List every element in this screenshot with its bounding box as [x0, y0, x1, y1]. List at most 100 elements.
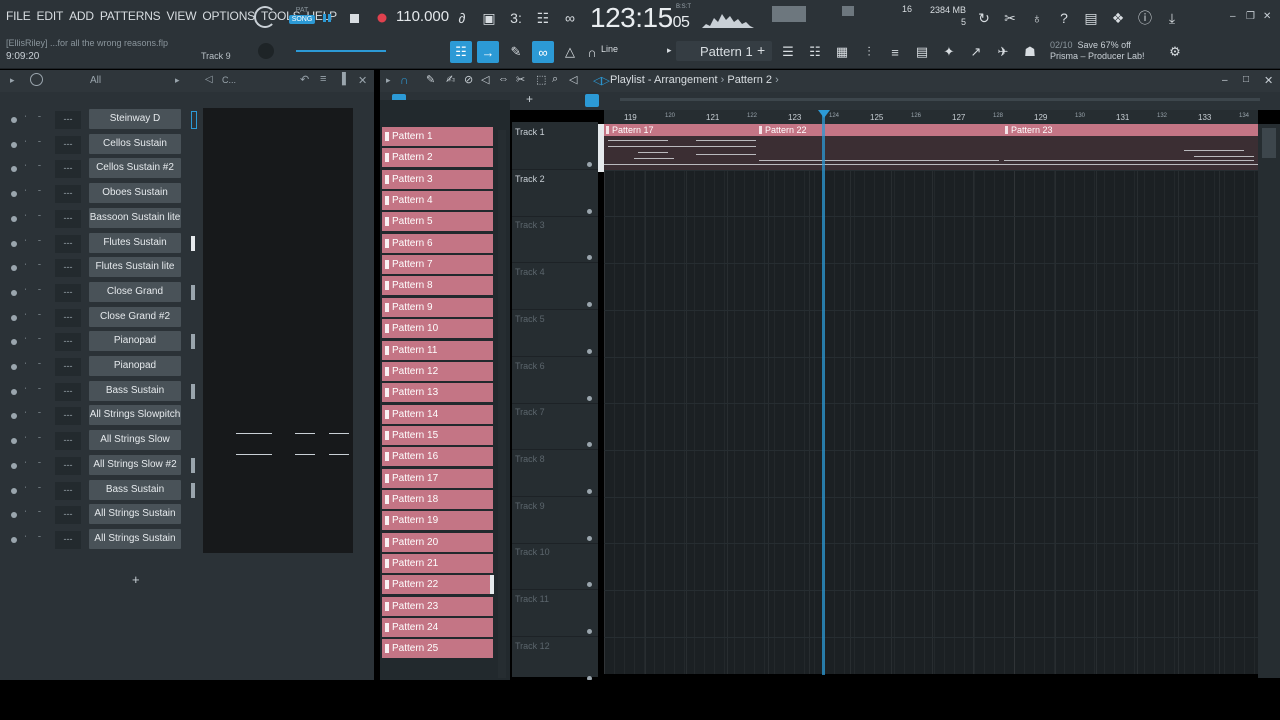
channel-select-indicator[interactable] — [191, 457, 195, 473]
menu-patterns[interactable]: PATTERNS — [100, 9, 161, 23]
volume-knob-icon[interactable]: ˉ — [38, 139, 41, 149]
mute-icon[interactable]: ◁ — [481, 73, 489, 86]
track-mute-led[interactable] — [587, 395, 592, 401]
wait-input-icon[interactable]: ▣ — [479, 8, 499, 28]
channel-mute-led[interactable] — [11, 141, 17, 148]
news-panel[interactable]: 02/10 Save 67% off Prisma – Producer Lab… — [1050, 40, 1145, 62]
plugin-picker-icon[interactable]: ✦ — [938, 41, 960, 63]
mixer-track-selector[interactable]: --- — [55, 135, 81, 154]
pattern-item[interactable]: Pattern 21 — [382, 554, 493, 573]
channel-mute-led[interactable] — [11, 536, 17, 543]
mixer-track-selector[interactable]: --- — [55, 185, 81, 204]
timeline-ruler[interactable]: 119 120 121 122 123 124 125 126 127 128 129 130 131 1… — [604, 110, 1258, 124]
pattern-item[interactable]: Pattern 19 — [382, 511, 493, 531]
channel-mute-led[interactable] — [11, 191, 17, 198]
stop-icon[interactable] — [345, 9, 363, 27]
volume-knob-icon[interactable]: ˉ — [38, 361, 41, 371]
piano-roll-icon[interactable]: ☷ — [450, 41, 472, 63]
track-label[interactable]: Track 12 — [515, 641, 550, 651]
channel-mute-led[interactable] — [11, 438, 17, 445]
playlist-expand-icon[interactable]: ▸ — [386, 75, 391, 86]
pan-knob-icon[interactable]: ˈ — [24, 509, 27, 519]
mixer-track-selector[interactable]: --- — [55, 481, 81, 500]
channel-select-indicator[interactable] — [191, 186, 195, 201]
pattern-item[interactable]: Pattern 14 — [382, 404, 493, 424]
channel-name[interactable]: Flutes Sustain lite — [89, 257, 181, 278]
volume-knob-icon[interactable]: ˉ — [38, 188, 41, 198]
channel-select-indicator[interactable] — [191, 161, 195, 176]
track-mute-led[interactable] — [587, 162, 592, 167]
channel-name[interactable]: Cellos Sustain — [89, 133, 181, 154]
shop-cart-icon[interactable]: ☗ — [1019, 41, 1041, 63]
volume-knob-icon[interactable]: ˉ — [38, 386, 41, 396]
track-label[interactable]: Track 11 — [515, 594, 549, 604]
channel-row[interactable]: ˈ ˉ --- Pianopad — [0, 331, 200, 353]
pattern-item[interactable]: Pattern 6 — [382, 233, 493, 253]
swing-knob[interactable] — [30, 73, 43, 86]
channel-mute-led[interactable] — [11, 462, 17, 469]
master-volume-knob[interactable] — [254, 6, 276, 28]
picker-scrollbar[interactable] — [498, 130, 506, 678]
channel-mute-led[interactable] — [11, 215, 17, 222]
pan-knob-icon[interactable]: ˈ — [24, 386, 27, 396]
pattern-item[interactable]: Pattern 17 — [382, 468, 493, 488]
arrow-tool-icon[interactable]: → — [477, 41, 499, 63]
channel-name[interactable]: Bass Sustain — [89, 380, 181, 401]
mixer-track-selector[interactable]: --- — [55, 530, 81, 549]
volume-knob-icon[interactable]: ˉ — [38, 238, 41, 248]
volume-knob-icon[interactable]: ˉ — [38, 262, 41, 272]
stamp-icon[interactable]: △ — [559, 41, 581, 63]
mixer-faders-icon[interactable]: ≡ — [884, 41, 906, 63]
pattern-item[interactable]: Pattern 20 — [382, 532, 493, 552]
pan-knob-icon[interactable]: ˈ — [24, 114, 27, 124]
playlist-scrollbar[interactable] — [1258, 124, 1280, 678]
channel-name[interactable]: All Strings Slowpitch — [89, 405, 181, 426]
channel-row[interactable]: ˈ ˉ --- All Strings Slow — [0, 430, 200, 452]
channel-select-indicator[interactable] — [191, 408, 195, 423]
draw-icon[interactable]: ✎ — [426, 73, 435, 86]
add-track-icon[interactable]: + — [526, 92, 533, 106]
channel-row[interactable]: ˈ ˉ --- Bass Sustain — [0, 479, 200, 502]
mixer-track-selector[interactable]: --- — [55, 283, 81, 302]
cut-icon[interactable]: ✂ — [1000, 8, 1020, 28]
channel-row[interactable]: ˈ ˉ --- Flutes Sustain — [0, 232, 200, 255]
track-mute-led[interactable] — [587, 208, 592, 214]
channel-name[interactable]: Oboes Sustain — [89, 183, 181, 204]
pattern-item[interactable]: Pattern 5 — [382, 212, 493, 232]
close-window-icon[interactable]: ✕ — [1263, 11, 1271, 22]
channel-select-indicator[interactable] — [191, 383, 195, 399]
mixer-track-selector[interactable]: --- — [55, 358, 81, 376]
channel-mute-led[interactable] — [11, 364, 17, 370]
playlist-icon[interactable]: ▦ — [831, 41, 853, 63]
volume-knob-icon[interactable]: ˉ — [38, 509, 41, 519]
channel-name[interactable]: Steinway D — [89, 109, 181, 129]
pattern-item[interactable]: Pattern 3 — [382, 169, 493, 189]
pitch-knob[interactable] — [258, 43, 274, 59]
pattern-item[interactable]: Pattern 15 — [382, 425, 493, 445]
volume-knob-icon[interactable]: ˉ — [38, 534, 41, 544]
pan-knob-icon[interactable]: ˈ — [24, 139, 27, 149]
pattern-item[interactable]: Pattern 25 — [382, 639, 493, 659]
channel-row[interactable]: ˈ ˉ --- Steinway D — [0, 109, 200, 131]
track-mute-led[interactable] — [587, 488, 592, 494]
channel-row[interactable]: ˈ ˉ --- All Strings Sustain — [0, 528, 200, 551]
channel-name[interactable]: All Strings Sustain — [89, 528, 181, 549]
master-pitch-slider[interactable] — [296, 50, 386, 52]
playhead[interactable] — [822, 110, 825, 675]
pan-knob-icon[interactable]: ˈ — [24, 410, 27, 420]
channel-select-indicator[interactable] — [191, 235, 195, 251]
channel-select-indicator[interactable] — [191, 359, 195, 374]
play-pattern-icon[interactable]: ▸ — [667, 45, 672, 56]
track-mute-led[interactable] — [587, 302, 592, 308]
pan-knob-icon[interactable]: ˈ — [24, 361, 27, 371]
equalizer-icon[interactable]: ⫶ — [858, 41, 880, 63]
track-mute-led[interactable] — [587, 255, 592, 261]
rack-display-name[interactable]: C... — [222, 75, 236, 85]
channel-select-indicator[interactable] — [191, 310, 195, 325]
save-icon[interactable]: ▤ — [1081, 8, 1101, 28]
graph-icon[interactable]: ▐ — [338, 73, 346, 85]
arrangement-grid[interactable]: Pattern 17 Pattern 22 Pattern 23 — [604, 124, 1258, 674]
playlist-scroll-thumb[interactable] — [1262, 128, 1276, 158]
pat-song-toggle[interactable]: PAT SONG — [289, 6, 315, 30]
restore-icon[interactable]: ❐ — [1246, 11, 1255, 22]
